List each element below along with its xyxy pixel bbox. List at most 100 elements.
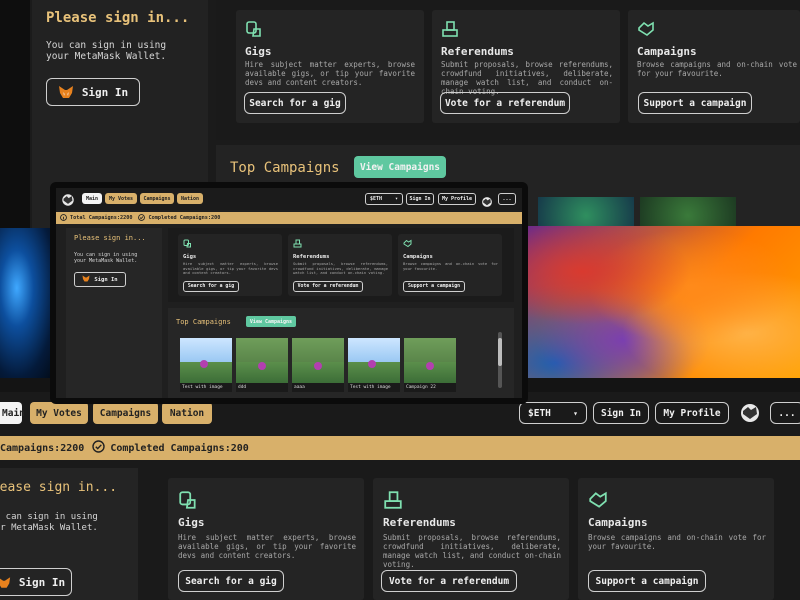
campaign-thumb-1-caption: Test with image — [180, 383, 232, 392]
gigs-icon — [245, 20, 263, 38]
bottom-gigs-desc: Hire subject matter experts, browse avai… — [178, 533, 356, 560]
bottom-campaigns-title: Campaigns — [588, 516, 648, 529]
tab-main-label: Main — [2, 407, 25, 419]
app-sign-in-panel-label: Sign In — [94, 276, 118, 283]
bottom-sign-in-label: Sign In — [18, 575, 66, 589]
blue-smoke-image — [0, 228, 56, 378]
info-circle-icon — [60, 213, 67, 223]
chevron-down-icon: ▾ — [394, 196, 398, 202]
more-menu-button[interactable]: ... — [770, 402, 800, 424]
app-completed-value: 200 — [210, 215, 221, 221]
app-tab-my-votes[interactable]: My Votes — [105, 193, 137, 204]
referendums-title: Referendums — [441, 45, 514, 58]
referendums-card: Referendums Submit proposals, browse ref… — [432, 10, 620, 123]
campaigns-card: Campaigns Browse campaigns and on-chain … — [628, 10, 800, 123]
bottom-vote-referendum-button[interactable]: Vote for a referendum — [381, 570, 517, 592]
avatar-icon[interactable] — [739, 402, 761, 424]
signin-line2: your MetaMask Wallet. — [46, 51, 167, 62]
my-profile-button[interactable]: My Profile — [655, 402, 729, 424]
thumb-peek-1 — [538, 197, 634, 228]
bottom-referendums-title: Referendums — [383, 516, 456, 529]
app-sign-in-panel-button[interactable]: Sign In — [74, 272, 126, 287]
support-campaign-button[interactable]: Support a campaign — [638, 92, 752, 114]
gigs-title: Gigs — [245, 45, 272, 58]
app-sign-in-button[interactable]: Sign In — [406, 193, 434, 205]
sign-in-button-label: Sign In — [81, 85, 129, 99]
app-support-campaign-button[interactable]: Support a campaign — [403, 281, 465, 292]
search-gig-button[interactable]: Search for a gig — [244, 92, 346, 114]
app-completed-label: Completed Campaigns: — [148, 215, 211, 221]
app-tab-nation[interactable]: Nation — [177, 193, 203, 204]
campaign-thumb-5-caption: Campaign 22 — [404, 383, 456, 392]
campaign-thumb-2[interactable]: ddd — [236, 338, 288, 392]
campaign-thumb-3[interactable]: aaaa — [292, 338, 344, 392]
app-profile-button[interactable]: My Profile — [438, 193, 476, 205]
signin-line1: You can sign in using — [46, 40, 167, 51]
tab-campaigns[interactable]: Campaigns — [93, 402, 158, 424]
bottom-sign-in-button[interactable]: Sign In — [0, 568, 72, 596]
scrollbar[interactable] — [498, 332, 502, 388]
app-tab-campaigns[interactable]: Campaigns — [140, 193, 174, 204]
bottom-support-campaign-button[interactable]: Support a campaign — [588, 570, 706, 592]
tab-main[interactable]: Main — [0, 402, 25, 424]
app-campaigns-card: Campaigns Browse campaigns and on-chain … — [398, 234, 502, 296]
app-stats-bar: Total Campaigns: 2200 Completed Campaign… — [56, 212, 522, 224]
app-referendums-card: Referendums Submit proposals, browse ref… — [288, 234, 392, 296]
app-vote-referendum-button[interactable]: Vote for a referendum — [293, 281, 363, 292]
referendums-desc: Submit proposals, browse referendums, cr… — [441, 60, 613, 96]
vote-referendum-button[interactable]: Vote for a referendum — [440, 92, 570, 114]
tab-nation[interactable]: Nation — [162, 402, 212, 424]
tab-my-votes[interactable]: My Votes — [30, 402, 88, 424]
campaigns-desc: Browse campaigns and on-chain vote for y… — [637, 60, 797, 78]
bottom-signin-panel: Please sign in... You can sign in using … — [0, 468, 138, 600]
app-screen: Main My Votes Campaigns Nation $ETH ▾ Si… — [56, 188, 522, 398]
bottom-campaigns-desc: Browse campaigns and on-chain vote for y… — [588, 533, 766, 551]
app-avatar-icon[interactable] — [481, 193, 493, 207]
campaign-thumb-1[interactable]: Test with image — [180, 338, 232, 392]
bottom-referendums-card: Referendums Submit proposals, browse ref… — [373, 478, 569, 600]
app-currency-value: $ETH — [370, 196, 383, 202]
ballot-icon — [293, 239, 302, 248]
app-campaigns-title: Campaigns — [403, 254, 433, 260]
app-gigs-card: Gigs Hire subject matter experts, browse… — [178, 234, 282, 296]
app-campaigns-desc: Browse campaigns and on-chain vote for y… — [403, 261, 498, 271]
app-top-campaigns-region: Top Campaigns View Campaigns Test with i… — [168, 308, 514, 398]
bottom-gigs-card: Gigs Hire subject matter experts, browse… — [168, 478, 364, 600]
app-total-label: Total Campaigns: — [70, 215, 120, 221]
app-signin-line2: your MetaMask Wallet. — [74, 258, 138, 264]
signin-heading: Please sign in... — [46, 10, 190, 26]
completed-campaigns-value: 200 — [230, 442, 249, 454]
gigs-icon — [183, 239, 192, 248]
app-search-gig-button[interactable]: Search for a gig — [183, 281, 239, 292]
sign-in-button[interactable]: Sign In — [46, 78, 140, 106]
bottom-campaigns-card: Campaigns Browse campaigns and on-chain … — [578, 478, 774, 600]
app-total-value: 2200 — [119, 215, 133, 221]
bottom-signin-line2: your MetaMask Wallet. — [0, 523, 98, 533]
colorful-smoke-image — [528, 226, 800, 378]
currency-select[interactable]: $ETH ▾ — [519, 402, 587, 424]
campaign-thumb-5[interactable]: Campaign 22 — [404, 338, 456, 392]
app-more-button[interactable]: ... — [498, 193, 516, 205]
app-signin-heading: Please sign in... — [74, 234, 146, 242]
currency-value: $ETH — [528, 407, 551, 419]
campaign-thumb-4[interactable]: Test with image — [348, 338, 400, 392]
view-campaigns-button[interactable]: View Campaigns — [354, 156, 446, 178]
campaign-thumb-2-caption: ddd — [236, 383, 288, 392]
metamask-fox-icon — [0, 576, 11, 589]
app-view-campaigns-button[interactable]: View Campaigns — [246, 316, 296, 327]
ballot-icon — [383, 490, 403, 510]
background-bottom-region: Main My Votes Campaigns Nation $ETH ▾ Si… — [0, 392, 800, 600]
handshake-icon — [403, 239, 412, 248]
campaigns-title: Campaigns — [637, 45, 697, 58]
app-tab-main[interactable]: Main — [82, 193, 102, 204]
app-signin-desc: You can sign in using your MetaMask Wall… — [74, 252, 137, 264]
app-currency-select[interactable]: $ETH ▾ — [365, 193, 403, 205]
app-gigs-title: Gigs — [183, 254, 197, 260]
logo-icon[interactable] — [61, 192, 75, 206]
nav-sign-in-button[interactable]: Sign In — [593, 402, 649, 424]
campaign-thumb-4-caption: Test with image — [348, 383, 400, 392]
bottom-search-gig-button[interactable]: Search for a gig — [178, 570, 284, 592]
total-campaigns-label: Campaigns: — [0, 442, 61, 454]
scrollbar-thumb[interactable] — [498, 338, 502, 366]
app-referendums-desc: Submit proposals, browse referendums, cr… — [293, 261, 388, 276]
